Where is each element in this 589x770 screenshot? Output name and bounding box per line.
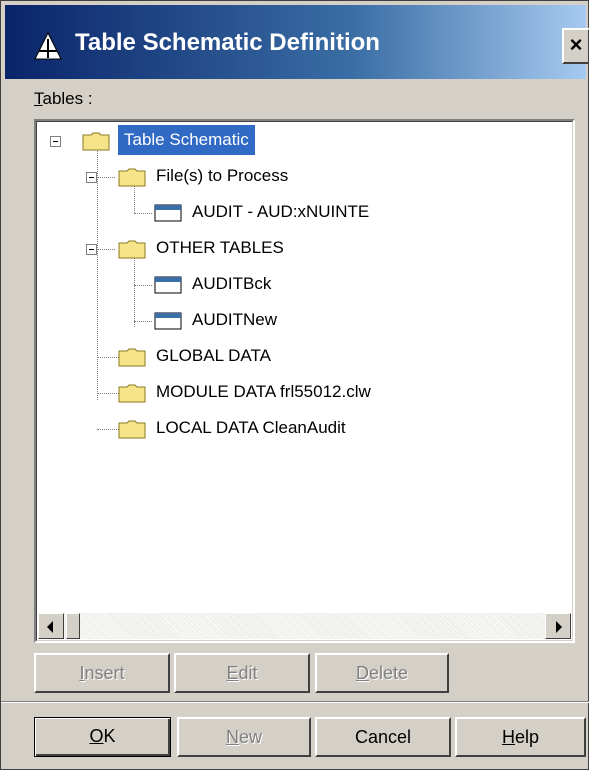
tree-node-label: OTHER TABLES [156,238,284,257]
scroll-thumb[interactable] [66,613,80,639]
tree-node-label: AUDITNew [192,310,278,329]
collapse-toggle-other[interactable] [86,244,97,255]
tables-label-rest: ables : [42,89,93,108]
tree-node-label: AUDITBck [192,274,272,293]
scroll-right-button[interactable] [545,613,571,639]
folder-icon [118,168,146,187]
app-icon [34,31,62,60]
table-tree[interactable]: Table Schematic File(s) to Process AUDIT… [34,119,575,643]
folder-icon [118,384,146,403]
dialog-window: Table Schematic Definition × Tables : Ta… [0,0,589,770]
scroll-left-button[interactable] [38,613,64,639]
edit-rest: dit [238,663,258,683]
ok-button[interactable]: OK [34,717,171,757]
title-bar[interactable]: Table Schematic Definition × [5,5,589,79]
tree-connector [97,357,119,358]
folder-icon [118,420,146,439]
edit-accel: E [226,663,239,683]
divider [1,701,589,703]
insert-rest: nsert [84,663,125,683]
delete-rest: elete [368,663,409,683]
new-button[interactable]: New [177,717,311,757]
close-icon: × [569,32,583,57]
tree-node-other-tables[interactable]: OTHER TABLES [146,231,284,265]
tree-node-auditbck[interactable]: AUDITBck [182,267,271,301]
tree-connector [97,177,115,178]
tree-connector [97,145,98,400]
tree-node-label: LOCAL DATA CleanAudit [156,418,346,437]
tree-connector [97,393,119,394]
tree-node-module-data[interactable]: MODULE DATA frl55012.clw [146,375,371,409]
help-button[interactable]: Help [455,717,586,757]
table-icon [154,204,182,222]
tree-node-label: GLOBAL DATA [156,346,271,365]
collapse-toggle-root[interactable] [50,136,61,147]
tree-node-audit[interactable]: AUDIT - AUD:xNUINTE [182,195,369,229]
ok-rest: K [103,726,116,746]
table-icon [154,276,182,294]
tree-connector [97,249,115,250]
folder-icon [118,240,146,259]
tree-node-global-data[interactable]: GLOBAL DATA [146,339,271,373]
new-accel: N [225,727,239,747]
collapse-toggle-files[interactable] [86,172,97,183]
tree-node-label: MODULE DATA frl55012.clw [156,382,371,401]
delete-accel: D [355,663,369,683]
tree-node-files[interactable]: File(s) to Process [146,159,288,193]
help-accel: H [501,727,515,747]
tree-node-label: Table Schematic [118,125,255,155]
insert-button[interactable]: Insert [34,653,170,693]
tree-connector [97,429,119,430]
tree-node-root[interactable]: Table Schematic [118,123,255,157]
tables-label-accel: T [34,89,43,108]
help-rest: elp [514,727,540,747]
tree-node-label: AUDIT - AUD:xNUINTE [192,202,370,221]
tree-node-local-data[interactable]: LOCAL DATA CleanAudit [146,411,346,445]
horizontal-scrollbar[interactable] [38,613,571,639]
tree-node-auditnew[interactable]: AUDITNew [182,303,277,337]
folder-icon [118,348,146,367]
cancel-label: Cancel [354,727,412,747]
folder-icon [82,132,110,151]
scroll-right-arrow-icon [556,621,562,633]
ok-accel: O [89,726,104,746]
cancel-button[interactable]: Cancel [315,717,451,757]
window-title: Table Schematic Definition [75,29,380,56]
close-button[interactable]: × [562,28,589,64]
tree-connector [134,213,152,214]
edit-button[interactable]: Edit [174,653,310,693]
tree-node-label: File(s) to Process [156,166,289,185]
scroll-left-arrow-icon [47,621,53,633]
tree-connector [134,285,152,286]
new-rest: ew [238,727,262,747]
delete-button[interactable]: Delete [315,653,449,693]
table-icon [154,312,182,330]
tree-connector [134,255,135,327]
tables-label: Tables : [34,89,93,109]
tree-connector [134,321,152,322]
